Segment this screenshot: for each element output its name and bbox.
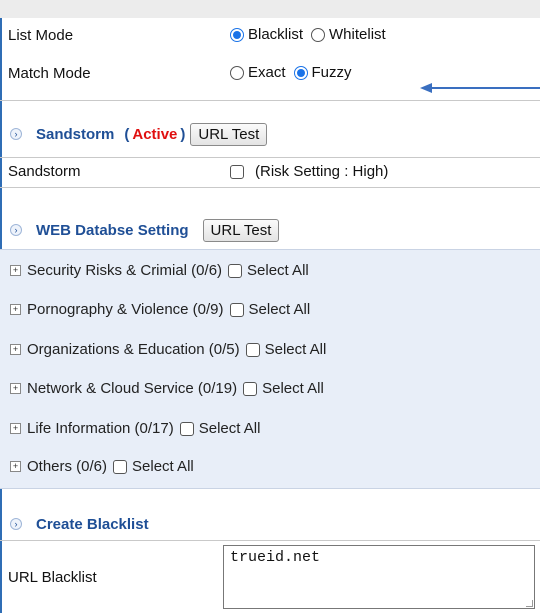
risk-setting-label: (Risk Setting : High) xyxy=(255,163,389,180)
chevron-right-icon[interactable]: › xyxy=(10,518,22,530)
status-close: ) xyxy=(180,125,186,143)
annotation-arrow-icon xyxy=(420,83,540,93)
divider xyxy=(0,100,540,101)
radio-exact-label: Exact xyxy=(248,64,286,81)
radio-blacklist[interactable]: Blacklist xyxy=(230,26,303,43)
sandstorm-url-test-button[interactable]: URL Test xyxy=(190,122,268,146)
divider xyxy=(0,187,540,188)
match-mode-label: Match Mode xyxy=(8,65,91,82)
sandstorm-title: Sandstorm xyxy=(36,125,115,143)
match-mode-options: Exact Fuzzy xyxy=(230,64,360,81)
radio-selected-icon[interactable] xyxy=(230,27,244,42)
web-db-title: WEB Databse Setting xyxy=(36,221,189,239)
radio-exact[interactable]: Exact xyxy=(230,64,286,81)
radio-unselected-icon[interactable] xyxy=(311,27,326,42)
select-all-label: Select All xyxy=(248,301,311,318)
radio-fuzzy[interactable]: Fuzzy xyxy=(293,64,352,81)
category-label: Life Information (0/17) xyxy=(27,420,174,437)
select-all-checkbox[interactable] xyxy=(228,263,243,278)
top-strip xyxy=(0,0,540,18)
divider xyxy=(0,157,540,158)
divider xyxy=(0,540,540,541)
list-mode-label: List Mode xyxy=(8,27,74,44)
category-item[interactable]: + Life Information (0/17) Select All xyxy=(10,420,260,437)
category-item[interactable]: + Network & Cloud Service (0/19) Select … xyxy=(10,380,324,397)
radio-whitelist-label: Whitelist xyxy=(329,26,386,43)
radio-blacklist-label: Blacklist xyxy=(248,26,304,43)
sandstorm-row-label: Sandstorm xyxy=(8,163,81,180)
radio-fuzzy-label: Fuzzy xyxy=(311,64,352,81)
category-label: Pornography & Violence (0/9) xyxy=(27,301,224,318)
url-blacklist-label: URL Blacklist xyxy=(8,569,97,586)
select-all-label: Select All xyxy=(247,262,309,279)
url-blacklist-textarea[interactable] xyxy=(223,545,535,609)
category-label: Network & Cloud Service (0/19) xyxy=(27,380,238,397)
plus-box-icon[interactable]: + xyxy=(10,344,21,355)
status-badge: Active xyxy=(132,125,178,143)
status-open: ( xyxy=(124,125,130,143)
category-item[interactable]: + Others (0/6) Select All xyxy=(10,458,194,475)
list-mode-options: Blacklist Whitelist xyxy=(230,26,394,43)
select-all-checkbox[interactable] xyxy=(245,342,260,357)
select-all-label: Select All xyxy=(132,458,194,475)
category-item[interactable]: + Security Risks & Crimial (0/6) Select … xyxy=(10,262,309,279)
plus-box-icon[interactable]: + xyxy=(10,383,21,394)
select-all-checkbox[interactable] xyxy=(113,459,128,474)
category-item[interactable]: + Pornography & Violence (0/9) Select Al… xyxy=(10,301,310,318)
plus-box-icon[interactable]: + xyxy=(10,265,21,276)
sandstorm-risk-setting: (Risk Setting : High) xyxy=(230,163,388,180)
create-blacklist-header: › Create Blacklist xyxy=(0,512,540,536)
category-label: Others (0/6) xyxy=(27,458,108,475)
select-all-label: Select All xyxy=(264,341,327,358)
web-db-section-header: › WEB Databse Setting URL Test xyxy=(0,216,540,244)
plus-box-icon[interactable]: + xyxy=(10,304,21,315)
select-all-label: Select All xyxy=(262,380,324,397)
plus-box-icon[interactable]: + xyxy=(10,461,21,472)
radio-whitelist[interactable]: Whitelist xyxy=(311,26,386,43)
category-list: + Security Risks & Crimial (0/6) Select … xyxy=(0,249,540,489)
radio-unselected-icon[interactable] xyxy=(230,65,244,80)
select-all-label: Select All xyxy=(198,420,261,437)
chevron-right-icon[interactable]: › xyxy=(10,128,22,140)
category-label: Security Risks & Crimial (0/6) xyxy=(27,262,223,279)
chevron-right-icon[interactable]: › xyxy=(10,224,22,236)
create-blacklist-title: Create Blacklist xyxy=(36,515,149,533)
web-db-url-test-button[interactable]: URL Test xyxy=(202,218,280,242)
category-item[interactable]: + Organizations & Education (0/5) Select… xyxy=(10,341,326,358)
select-all-checkbox[interactable] xyxy=(179,421,194,436)
select-all-checkbox[interactable] xyxy=(229,302,244,317)
sandstorm-checkbox[interactable] xyxy=(230,164,244,179)
select-all-checkbox[interactable] xyxy=(243,381,258,396)
resize-grip-icon[interactable] xyxy=(526,600,533,607)
plus-box-icon[interactable]: + xyxy=(10,423,21,434)
sandstorm-section-header: › Sandstorm ( Active ) URL Test xyxy=(0,120,540,148)
radio-selected-icon[interactable] xyxy=(293,65,308,80)
category-label: Organizations & Education (0/5) xyxy=(27,341,240,358)
